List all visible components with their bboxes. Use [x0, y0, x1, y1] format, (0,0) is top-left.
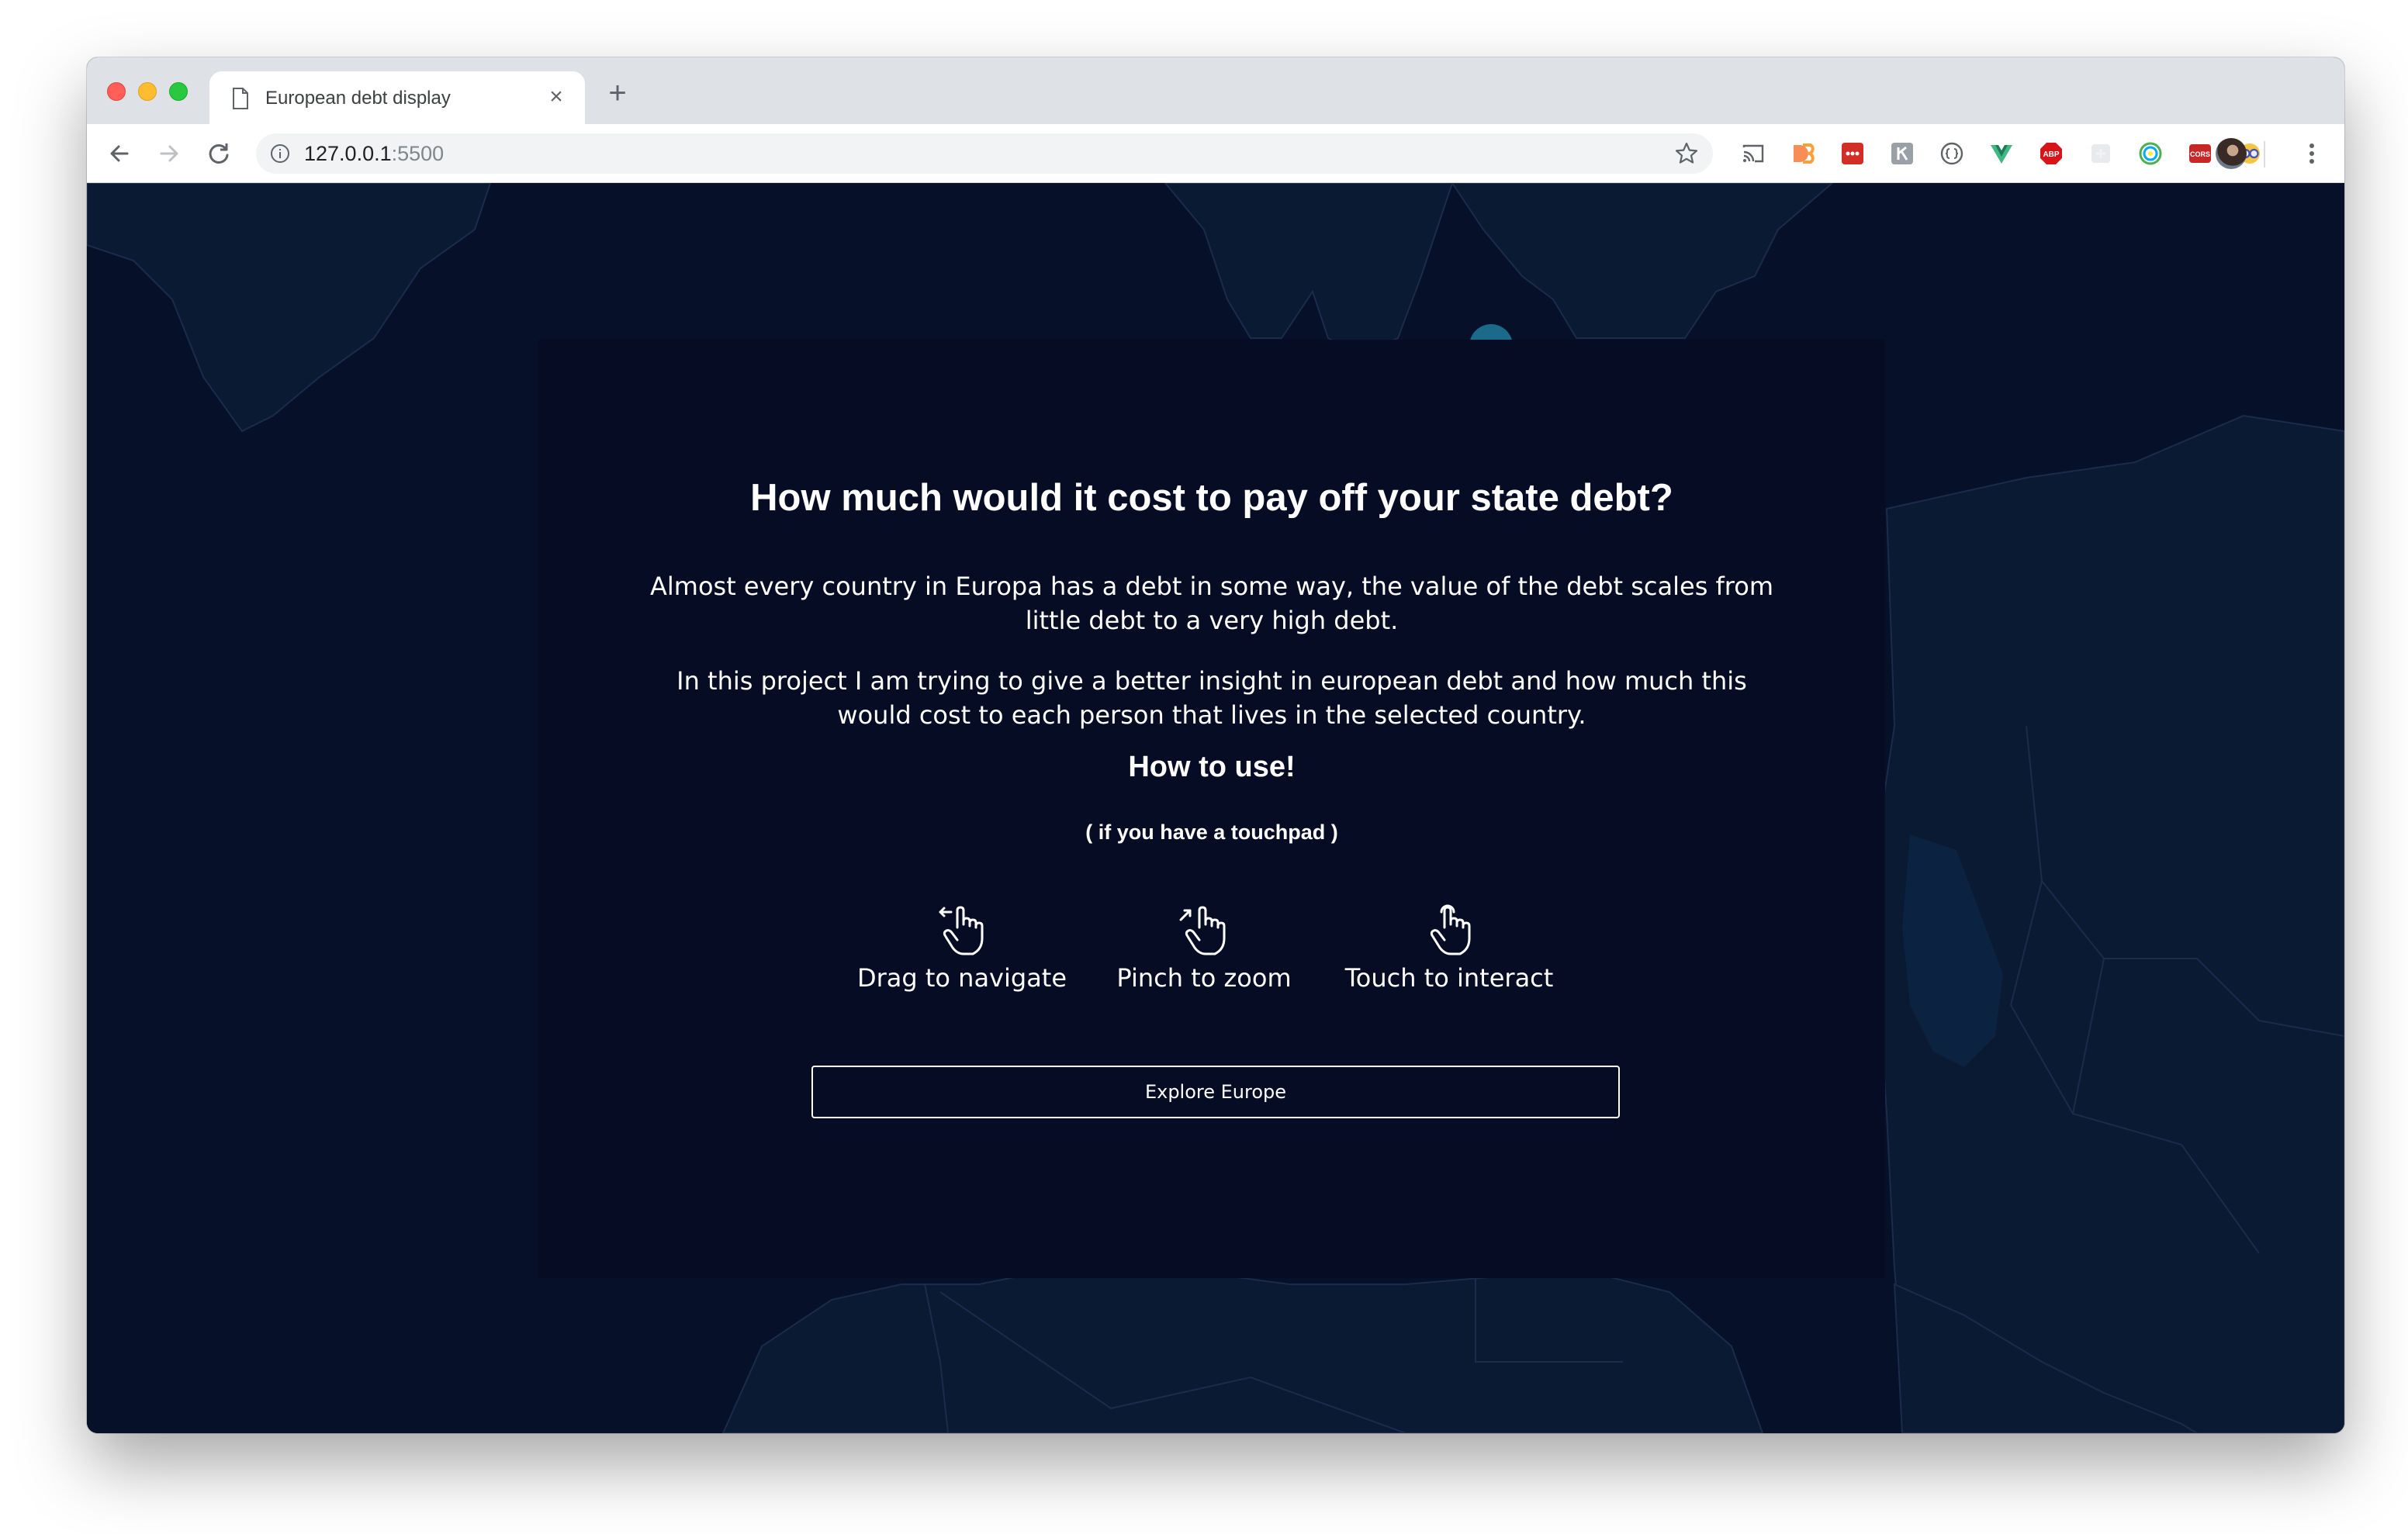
tab-title: European debt display: [265, 88, 451, 109]
url-port: :5500: [391, 142, 445, 165]
howto-title: How to use!: [1128, 751, 1296, 783]
code-braces-icon[interactable]: [1939, 141, 1964, 166]
address-bar[interactable]: 127.0.0.1:5500: [256, 133, 1713, 174]
reload-icon[interactable]: [203, 138, 234, 169]
tab-european-debt-display[interactable]: European debt display ×: [209, 71, 585, 124]
page-viewport: How much would it cost to pay off your s…: [87, 183, 2344, 1433]
cors-label: CORS: [2190, 150, 2210, 158]
toolbar-separator: [2264, 141, 2265, 168]
url-host: 127.0.0.1: [304, 142, 392, 165]
intro-paragraph: Almost every country in Europa has a deb…: [649, 572, 1773, 635]
gesture-label-touch: Touch to interact: [1344, 963, 1554, 993]
forward-arrow-icon[interactable]: [154, 138, 185, 169]
d3-extension-icon[interactable]: [1790, 141, 1815, 166]
browser-toolbar: 127.0.0.1:5500 ABP CORS: [87, 124, 2344, 183]
gesture-touch: Touch to interact: [1333, 904, 1566, 997]
gesture-label-pinch: Pinch to zoom: [1116, 963, 1292, 993]
project-paragraph: In this project I am trying to give a be…: [676, 666, 1747, 730]
bookmark-star-icon[interactable]: [1674, 141, 1699, 166]
maximize-window-button[interactable]: [169, 82, 188, 101]
profile-avatar[interactable]: [2216, 138, 2247, 169]
extension-light-icon[interactable]: [2088, 141, 2113, 166]
modal-title: How much would it cost to pay off your s…: [750, 477, 1673, 519]
extension-grey-icon[interactable]: [1890, 141, 1915, 166]
lastpass-icon[interactable]: [1840, 141, 1865, 166]
info-icon[interactable]: [270, 143, 290, 164]
minimize-window-button[interactable]: [138, 82, 157, 101]
more-vert-icon[interactable]: [2296, 138, 2327, 169]
close-window-button[interactable]: [107, 82, 126, 101]
howto-subtitle: ( if you have a touchpad ): [1085, 821, 1338, 844]
intro-modal: How much would it cost to pay off your s…: [538, 340, 1885, 1278]
touch-hand-icon: [1430, 904, 1471, 955]
adblock-plus-icon[interactable]: ABP: [2039, 141, 2064, 166]
drag-hand-icon: [939, 906, 984, 955]
gesture-pinch: Pinch to zoom: [1088, 904, 1320, 997]
cast-icon[interactable]: [1741, 141, 1766, 166]
url-text[interactable]: 127.0.0.1:5500: [304, 142, 444, 165]
color-picker-icon[interactable]: [2138, 141, 2163, 166]
browser-window: European debt display × + 127.0.0.1:5500: [87, 57, 2344, 1433]
document-icon: [233, 88, 248, 109]
tab-bar: European debt display × +: [87, 57, 2344, 124]
close-icon[interactable]: ×: [545, 85, 568, 109]
plus-icon[interactable]: +: [604, 78, 631, 109]
cors-icon[interactable]: CORS: [2188, 141, 2213, 166]
gesture-label-drag: Drag to navigate: [856, 963, 1067, 993]
map-land-africa: [721, 1267, 1764, 1433]
vue-devtools-icon[interactable]: [1989, 141, 2014, 166]
pinch-hand-icon: [1179, 906, 1226, 955]
back-arrow-icon[interactable]: [104, 138, 135, 169]
explore-europe-button[interactable]: Explore Europe: [811, 1066, 1620, 1118]
gesture-drag: Drag to navigate: [846, 904, 1078, 997]
adblock-label: ABP: [2043, 150, 2059, 159]
